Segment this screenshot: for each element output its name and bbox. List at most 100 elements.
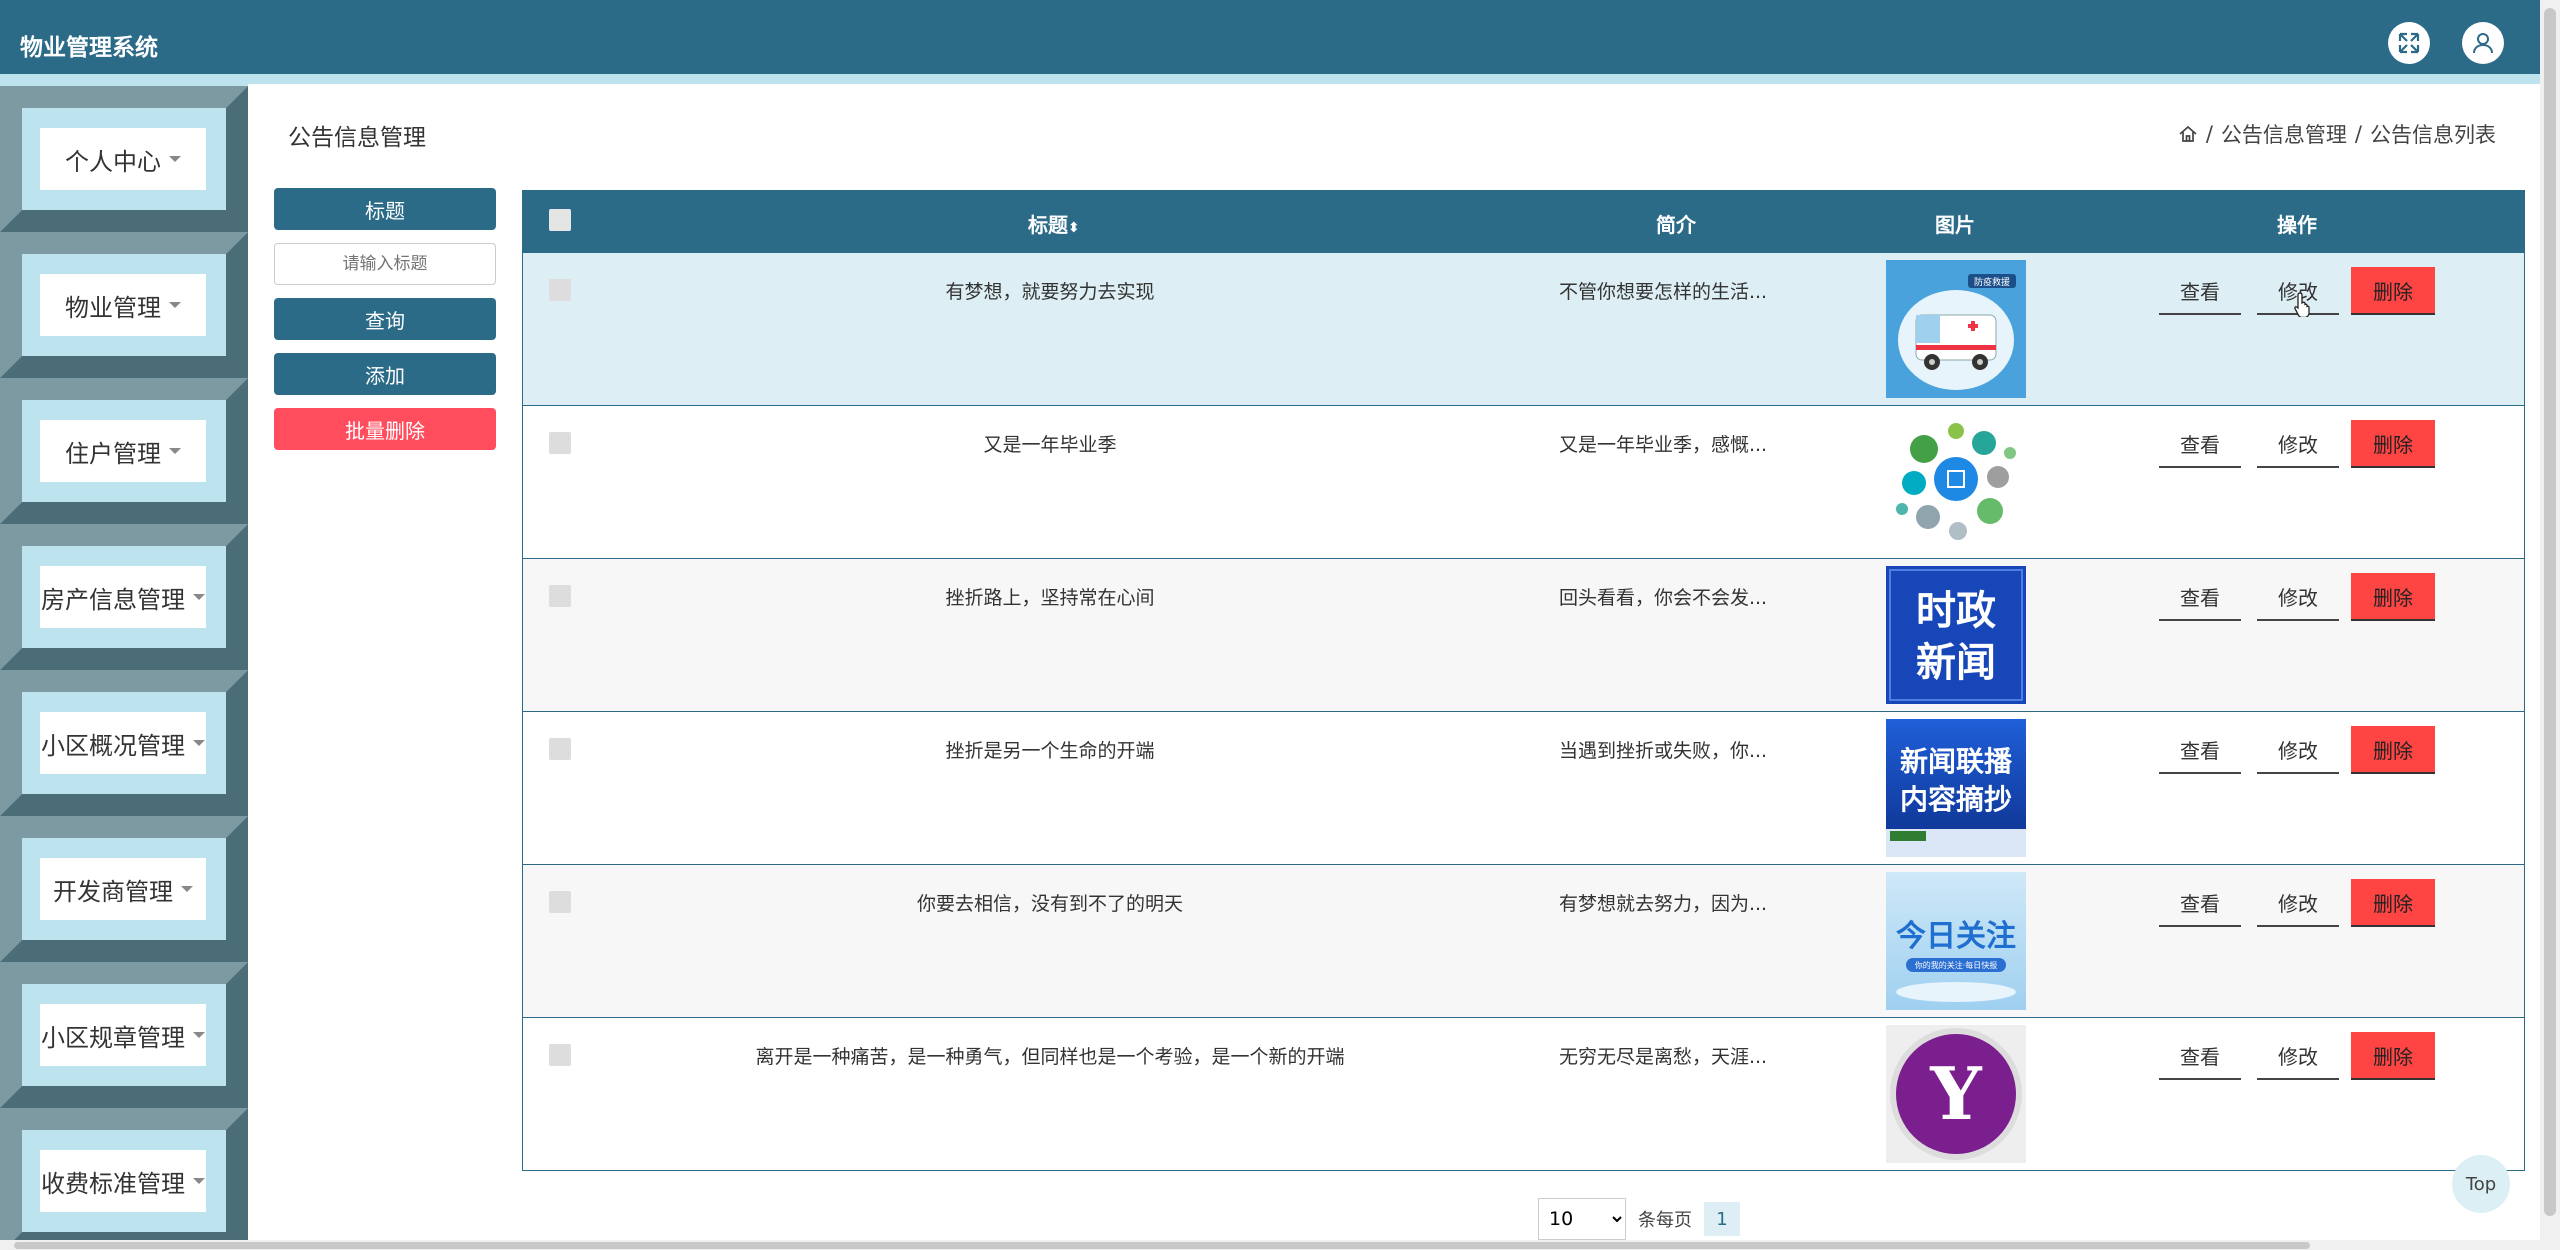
thumb-text: 时政 [1916, 588, 1996, 634]
row-checkbox[interactable] [549, 279, 571, 301]
chevron-down-icon [169, 156, 181, 162]
horizontal-scrollbar[interactable] [0, 1240, 2540, 1250]
delete-button[interactable]: 删除 [2351, 726, 2435, 774]
row-checkbox[interactable] [549, 432, 571, 454]
cell-intro: 回头看看，你会不会发... [1558, 587, 1768, 609]
query-button[interactable]: 查询 [274, 298, 496, 340]
fullscreen-button[interactable] [2388, 22, 2430, 64]
cell-title: 又是一年毕业季 [983, 434, 1117, 456]
back-to-top-button[interactable]: Top [2452, 1155, 2510, 1213]
column-header-intro: 简介 [1656, 213, 1696, 237]
page-size-select[interactable]: 10 [1538, 1198, 1626, 1240]
sort-icon[interactable]: ⬍ [1068, 220, 1080, 236]
delete-button[interactable]: 删除 [2351, 1032, 2435, 1080]
sidebar-item-button[interactable]: 住户管理 [40, 420, 206, 482]
delete-button[interactable]: 删除 [2351, 573, 2435, 621]
news-broadcast-thumbnail[interactable]: 新闻联播 内容摘抄 [1886, 719, 2026, 857]
user-icon [2473, 33, 2493, 54]
view-button[interactable]: 查看 [2159, 267, 2241, 315]
user-button[interactable] [2462, 22, 2504, 64]
delete-button[interactable]: 删除 [2351, 420, 2435, 468]
edit-button[interactable]: 修改 [2257, 879, 2339, 927]
sidebar-item-label: 房产信息管理 [41, 585, 185, 614]
vertical-scrollbar[interactable] [2540, 0, 2560, 1250]
thumb-text: 你的我的关注·每日快报 [1915, 960, 1998, 970]
sidebar-item-fee-standards[interactable]: 收费标准管理 [0, 1108, 248, 1250]
chevron-down-icon [193, 594, 205, 600]
view-button[interactable]: 查看 [2159, 1032, 2241, 1080]
view-button[interactable]: 查看 [2159, 879, 2241, 927]
bubble-diagram-thumbnail[interactable] [1886, 413, 2026, 551]
sidebar-item-developer[interactable]: 开发商管理 [0, 816, 248, 962]
view-button[interactable]: 查看 [2159, 573, 2241, 621]
table-row: 又是一年毕业季 又是一年毕业季，感慨... 查看 修改 删除 [523, 405, 2524, 558]
breadcrumb-separator: / [2205, 122, 2213, 146]
sidebar-item-community-overview[interactable]: 小区概况管理 [0, 670, 248, 816]
sidebar-item-button[interactable]: 开发商管理 [40, 858, 206, 920]
delete-button[interactable]: 删除 [2351, 267, 2435, 315]
sidebar-item-button[interactable]: 个人中心 [40, 128, 206, 190]
current-page-number[interactable]: 1 [1704, 1202, 1740, 1236]
title-search-input[interactable] [274, 243, 496, 285]
ambulance-thumbnail[interactable]: 防疫救援 [1886, 260, 2026, 398]
row-checkbox[interactable] [549, 585, 571, 607]
sidebar-item-button[interactable]: 小区规章管理 [40, 1004, 206, 1066]
home-icon[interactable] [2178, 124, 2198, 144]
row-checkbox[interactable] [549, 1044, 571, 1066]
column-header-actions: 操作 [2277, 213, 2317, 237]
column-header-title[interactable]: 标题⬍ [1028, 209, 1080, 238]
edit-button[interactable]: 修改 [2257, 1032, 2339, 1080]
table-header: 标题⬍ 简介 图片 操作 [523, 191, 2524, 252]
row-checkbox[interactable] [549, 891, 571, 913]
sidebar-item-housing-info[interactable]: 房产信息管理 [0, 524, 248, 670]
thumb-text: 新闻 [1916, 640, 1996, 686]
thumb-text: 内容摘抄 [1900, 783, 2012, 816]
app-title: 物业管理系统 [20, 35, 158, 61]
sidebar-item-property[interactable]: 物业管理 [0, 232, 248, 378]
sidebar-item-button[interactable]: 物业管理 [40, 274, 206, 336]
title-field-label: 标题 [274, 188, 496, 230]
delete-button[interactable]: 删除 [2351, 879, 2435, 927]
scrollbar-thumb[interactable] [2544, 8, 2556, 1216]
add-button[interactable]: 添加 [274, 353, 496, 395]
sidebar-item-label: 小区概况管理 [41, 731, 185, 760]
hand-cursor-icon [2294, 292, 2310, 317]
sidebar-item-button[interactable]: 房产信息管理 [40, 566, 206, 628]
chevron-down-icon [193, 740, 205, 746]
sidebar-item-label: 小区规章管理 [41, 1023, 185, 1052]
row-checkbox[interactable] [549, 738, 571, 760]
select-all-checkbox[interactable] [549, 209, 571, 231]
batch-delete-button[interactable]: 批量删除 [274, 408, 496, 450]
sidebar-item-community-rules[interactable]: 小区规章管理 [0, 962, 248, 1108]
sidebar-item-button[interactable]: 收费标准管理 [40, 1150, 206, 1212]
cell-intro: 无穷无尽是离愁，天涯... [1558, 1046, 1768, 1068]
edit-button[interactable]: 修改 [2257, 726, 2339, 774]
today-focus-thumbnail[interactable]: 今日关注 你的我的关注·每日快报 [1886, 872, 2026, 1010]
view-button[interactable]: 查看 [2159, 726, 2241, 774]
chevron-down-icon [169, 302, 181, 308]
expand-icon [2398, 32, 2420, 54]
breadcrumb-item: 公告信息列表 [2370, 123, 2496, 147]
yahoo-logo-thumbnail[interactable]: Y [1886, 1025, 2026, 1163]
column-header-label: 标题 [1028, 213, 1068, 237]
view-button[interactable]: 查看 [2159, 420, 2241, 468]
breadcrumb-item[interactable]: 公告信息管理 [2221, 119, 2347, 149]
scrollbar-thumb[interactable] [14, 1242, 2310, 1249]
announcement-table: 标题⬍ 简介 图片 操作 有梦想，就要努力去实现 不管你想要怎样的生活... 防… [522, 190, 2525, 1171]
cell-intro: 当遇到挫折或失败，你... [1558, 740, 1768, 762]
sidebar-item-personal-center[interactable]: 个人中心 [0, 86, 248, 232]
edit-button[interactable]: 修改 [2257, 420, 2339, 468]
header-accent-strip [0, 74, 2540, 84]
edit-button[interactable]: 修改 [2257, 573, 2339, 621]
cell-title: 挫折是另一个生命的开端 [945, 740, 1155, 762]
sidebar-item-residents[interactable]: 住户管理 [0, 378, 248, 524]
top-header: 物业管理系统 [0, 0, 2540, 74]
sidebar-item-button[interactable]: 小区概况管理 [40, 712, 206, 774]
breadcrumb: / 公告信息管理 / 公告信息列表 [2178, 119, 2496, 149]
search-panel: 标题 查询 添加 批量删除 [274, 188, 496, 463]
page-title: 公告信息管理 [288, 125, 426, 151]
chevron-down-icon [193, 1178, 205, 1184]
politics-news-thumbnail[interactable]: 时政 新闻 [1886, 566, 2026, 704]
table-row: 你要去相信，没有到不了的明天 有梦想就去努力，因为... 今日关注 你的我的关注… [523, 864, 2524, 1017]
table-row: 挫折是另一个生命的开端 当遇到挫折或失败，你... 新闻联播 内容摘抄 查看 修… [523, 711, 2524, 864]
